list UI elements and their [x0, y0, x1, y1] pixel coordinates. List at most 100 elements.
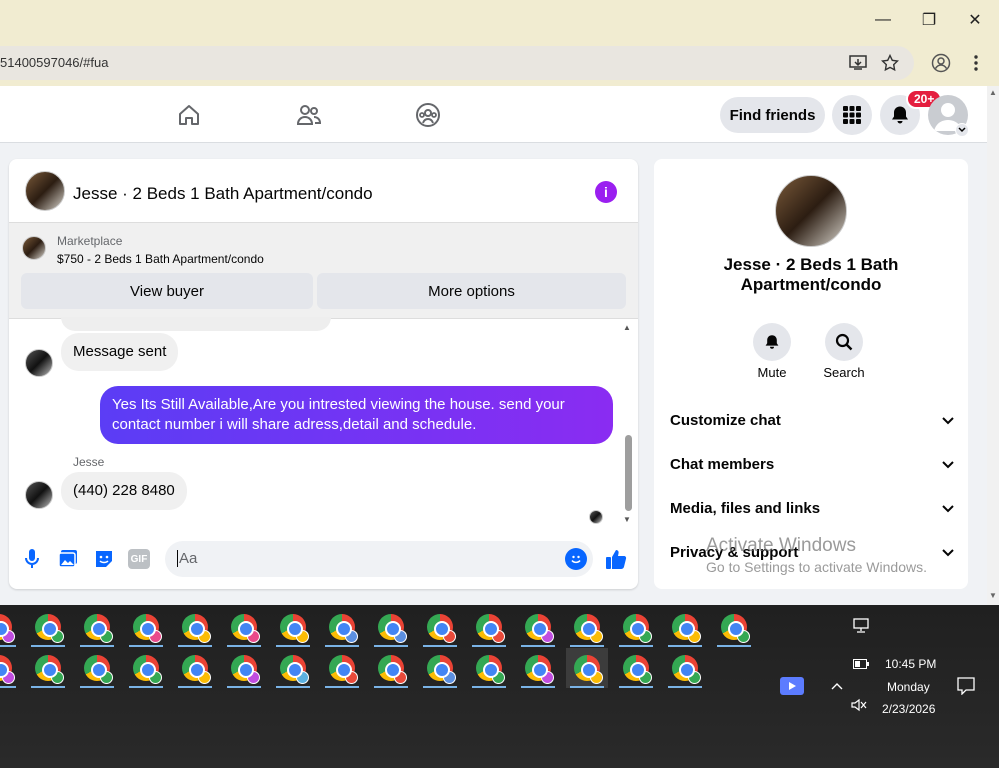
account-chevron-icon[interactable] [955, 123, 969, 137]
taskbar-chrome-button[interactable] [566, 607, 608, 647]
network-icon[interactable] [850, 617, 872, 635]
taskbar-chrome-button[interactable] [223, 607, 265, 647]
close-button[interactable]: ✕ [952, 0, 998, 40]
restore-button[interactable]: ❐ [906, 0, 952, 40]
running-indicator [521, 645, 555, 647]
taskbar-chrome-button[interactable] [419, 648, 461, 688]
friends-icon[interactable] [295, 102, 323, 128]
message-composer: GIF Aa [9, 537, 638, 589]
address-bar[interactable]: 51400597046/#fua [0, 46, 914, 80]
taskbar-chrome-button[interactable] [615, 607, 657, 647]
taskbar-chrome-button[interactable] [223, 648, 265, 688]
taskbar-chrome-button[interactable] [664, 648, 706, 688]
taskbar-chrome-button[interactable] [27, 648, 69, 688]
gif-icon[interactable]: GIF [128, 549, 150, 569]
taskbar-chrome-button[interactable] [272, 648, 314, 688]
taskbar-chrome-button[interactable] [566, 648, 608, 688]
minimize-button[interactable]: — [860, 0, 906, 40]
more-options-button[interactable]: More options [317, 273, 626, 309]
profile-badge-icon [51, 671, 64, 684]
profile-badge-icon [492, 671, 505, 684]
bookmark-star-icon[interactable] [880, 53, 900, 73]
chrome-icon [35, 614, 64, 643]
taskbar-chrome-button[interactable] [370, 648, 412, 688]
running-indicator [129, 645, 163, 647]
taskbar-chrome-button[interactable] [468, 607, 510, 647]
chrome-icon [378, 655, 407, 684]
running-indicator [80, 686, 114, 688]
sent-message-bubble[interactable]: Yes Its Still Available,Are you intreste… [100, 386, 613, 444]
photo-icon[interactable] [57, 548, 79, 570]
listing-profile-photo[interactable] [775, 175, 847, 247]
listing-thumbnail[interactable] [25, 171, 65, 211]
browser-menu-icon[interactable] [968, 52, 984, 74]
chat-members-row[interactable]: Chat members [670, 444, 954, 484]
minimize-icon: — [875, 11, 891, 28]
scroll-down-icon[interactable]: ▼ [623, 515, 631, 524]
taskbar-chrome-button[interactable] [517, 607, 559, 647]
page-scroll-up-icon[interactable]: ▲ [989, 88, 997, 97]
received-message-bubble[interactable]: Message sent [61, 333, 179, 371]
taskbar-chrome-button[interactable] [517, 648, 559, 688]
taskbar-chrome-button[interactable] [272, 607, 314, 647]
taskbar-chrome-button[interactable] [664, 607, 706, 647]
sender-avatar [25, 481, 53, 509]
microphone-icon[interactable] [23, 549, 41, 569]
customize-chat-row[interactable]: Customize chat [670, 400, 954, 440]
taskbar-chrome-button[interactable] [468, 648, 510, 688]
activate-windows-watermark: Activate Windows [706, 535, 856, 556]
taskbar-chrome-button[interactable] [174, 607, 216, 647]
groups-icon[interactable] [414, 102, 442, 128]
media-files-links-row[interactable]: Media, files and links [670, 488, 954, 528]
clock-day[interactable]: Monday [887, 680, 930, 694]
chat-info-title-line1: Jesse · 2 Beds 1 Bath [723, 255, 899, 274]
meet-now-icon[interactable] [780, 677, 804, 695]
taskbar-chrome-button[interactable] [0, 607, 20, 647]
chat-scrollbar-thumb[interactable] [625, 435, 632, 511]
activate-windows-subtext: Go to Settings to activate Windows. [706, 559, 927, 575]
taskbar-chrome-button[interactable] [419, 607, 461, 647]
chrome-icon [672, 655, 701, 684]
taskbar-chrome-button[interactable] [76, 648, 118, 688]
clock-date[interactable]: 2/23/2026 [882, 702, 935, 716]
info-icon[interactable]: i [595, 181, 617, 203]
taskbar-chrome-button[interactable] [370, 607, 412, 647]
scroll-up-icon[interactable]: ▲ [623, 323, 631, 332]
notification-center-icon[interactable] [955, 675, 977, 697]
install-app-icon[interactable] [848, 54, 868, 72]
taskbar-chrome-button[interactable] [0, 648, 20, 688]
mute-button[interactable] [753, 323, 791, 361]
search-button[interactable] [825, 323, 863, 361]
page-scroll-down-icon[interactable]: ▼ [989, 591, 997, 600]
emoji-icon[interactable] [565, 548, 587, 570]
page-scrollbar[interactable]: ▲ ▼ [987, 86, 999, 605]
chevron-down-icon [942, 544, 954, 561]
volume-muted-icon[interactable] [850, 697, 868, 713]
taskbar-chrome-button[interactable] [321, 607, 363, 647]
taskbar-chrome-button[interactable] [615, 648, 657, 688]
clock-time[interactable]: 10:45 PM [885, 657, 936, 671]
chrome-icon [574, 614, 603, 643]
sticker-icon[interactable] [93, 548, 115, 570]
battery-icon[interactable] [852, 657, 870, 671]
taskbar-chrome-button[interactable] [713, 607, 755, 647]
profile-icon[interactable] [930, 52, 952, 74]
find-friends-button[interactable]: Find friends [720, 97, 825, 133]
taskbar-chrome-button[interactable] [125, 648, 167, 688]
show-hidden-icons-chevron-icon[interactable] [828, 678, 846, 694]
received-message-bubble[interactable]: (440) 228 8480 [61, 472, 187, 510]
chat-title[interactable]: Jesse · 2 Beds 1 Bath Apartment/condo [73, 184, 373, 204]
chrome-icon [0, 614, 15, 643]
taskbar-chrome-button[interactable] [174, 648, 216, 688]
view-buyer-button[interactable]: View buyer [21, 273, 313, 309]
menu-button[interactable] [832, 95, 872, 135]
thumbs-up-icon[interactable] [604, 547, 628, 571]
taskbar-chrome-button[interactable] [27, 607, 69, 647]
taskbar-chrome-button[interactable] [76, 607, 118, 647]
running-indicator [374, 645, 408, 647]
taskbar-chrome-button[interactable] [125, 607, 167, 647]
home-icon[interactable] [176, 102, 202, 128]
taskbar-chrome-button[interactable] [321, 648, 363, 688]
message-input[interactable]: Aa [165, 541, 593, 577]
chat-scrollbar[interactable]: ▲ ▼ [623, 323, 633, 525]
